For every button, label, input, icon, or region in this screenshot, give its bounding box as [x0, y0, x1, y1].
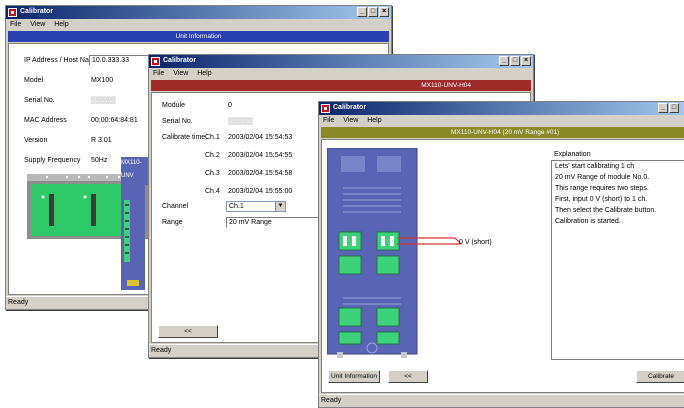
explanation-line: Calibration is started.	[555, 218, 621, 225]
menu-bar: File View Help	[6, 19, 391, 30]
version-value: R 3.01	[91, 137, 112, 144]
calib-ch4-time: 2003/02/04 15:55:00	[228, 188, 293, 195]
serial-label: Serial No.	[24, 97, 55, 104]
menu-file[interactable]: File	[153, 68, 164, 79]
minimize-icon[interactable]: _	[357, 7, 367, 17]
mx100-unit-image	[27, 174, 151, 290]
module-terminal-image	[327, 148, 462, 358]
menu-bar: File View Help	[319, 115, 684, 126]
range-label: Range	[162, 219, 183, 226]
explanation-line: Lets' start calibrating 1 ch	[555, 163, 635, 170]
chevron-down-icon[interactable]: ▼	[275, 202, 285, 211]
menu-view[interactable]: View	[343, 115, 358, 126]
calib-ch3-label: Ch.3	[205, 170, 220, 177]
menu-help[interactable]: Help	[197, 68, 211, 79]
calib-ch2-label: Ch.2	[205, 152, 220, 159]
calib-ch3-time: 2003/02/04 15:54:58	[228, 170, 293, 177]
mac-address-value: 00:00:64:84:81	[91, 117, 138, 124]
menu-help[interactable]: Help	[367, 115, 381, 126]
menu-file[interactable]: File	[323, 115, 334, 126]
explanation-line: Then select the Calibrate button.	[555, 207, 657, 214]
maximize-icon[interactable]: □	[510, 56, 520, 66]
explanation-line: This range requires two steps.	[555, 185, 649, 192]
calib-ch1-label: Ch.1	[205, 134, 220, 141]
model-label: Model	[24, 77, 44, 84]
calibrate-button[interactable]: Calibrate	[636, 370, 684, 383]
title-bar[interactable]: Calibrator _ □ ×	[6, 6, 391, 19]
menu-view[interactable]: View	[173, 68, 188, 79]
version-label: Version	[24, 137, 48, 144]
supply-frequency-value: 50Hz	[91, 157, 108, 164]
calibrator-app-icon	[321, 104, 330, 113]
maximize-icon[interactable]: □	[669, 103, 679, 113]
calibrate-time-label: Calibrate time	[162, 134, 206, 141]
calibration-panel: 0 V (short) Explanation Lets' start cali…	[321, 139, 684, 393]
menu-view[interactable]: View	[30, 19, 45, 30]
calib-ch2-time: 2003/02/04 15:54:55	[228, 152, 293, 159]
module-label: Module	[162, 102, 185, 109]
menu-bar: File View Help	[149, 68, 533, 79]
module-value: 0	[228, 102, 232, 109]
title-bar[interactable]: Calibrator _ □ ×	[149, 55, 533, 68]
minimize-icon[interactable]: _	[658, 103, 668, 113]
model-value: MX100	[91, 77, 114, 84]
section-header: Unit Information	[8, 31, 389, 42]
maximize-icon[interactable]: □	[368, 7, 378, 17]
channel-label: Channel	[162, 203, 189, 210]
channel-select[interactable]: Ch.1 ▼	[226, 201, 286, 212]
unit-information-button[interactable]: Unit Information	[328, 370, 380, 383]
ip-address-label: IP Address / Host Name	[24, 57, 99, 64]
serial-value: ▒▒▒▒▒	[91, 97, 116, 104]
explanation-line: First, input 0 V (short) to 1 ch.	[555, 196, 648, 203]
close-icon[interactable]: ×	[521, 56, 531, 66]
module-digits-text: 00000000	[121, 183, 151, 185]
calibrator-app-icon	[8, 8, 17, 17]
mac-address-label: MAC Address	[24, 117, 67, 124]
close-icon[interactable]: ×	[379, 7, 389, 17]
menu-help[interactable]: Help	[54, 19, 68, 30]
supply-frequency-label: Supply Frequency	[24, 157, 81, 164]
calib-ch1-time: 2003/02/04 15:54:53	[228, 134, 293, 141]
back-button[interactable]: <<	[388, 370, 428, 383]
section-header: MX110-UNV-H04	[151, 80, 531, 91]
window-title: Calibrator	[163, 57, 197, 64]
calib-ch4-label: Ch.4	[205, 188, 220, 195]
explanation-box: Lets' start calibrating 1 ch 20 mV Range…	[551, 160, 684, 360]
calibration-window: Calibrator _ □ File View Help MX110-UNV-…	[318, 101, 684, 408]
module-label-strip: MX110-UNV 00000000	[121, 157, 151, 185]
back-button[interactable]: <<	[158, 325, 218, 338]
channel-select-value: Ch.1	[229, 203, 244, 210]
module-name-text: MX110-UNV	[121, 160, 142, 179]
calibrator-app-icon	[151, 57, 160, 66]
explanation-title: Explanation	[554, 151, 591, 158]
minimize-icon[interactable]: _	[499, 56, 509, 66]
serial-value: ▒▒▒▒▒	[228, 118, 253, 125]
window-title: Calibrator	[20, 8, 54, 15]
window-title: Calibrator	[333, 104, 367, 111]
status-bar: Ready	[319, 394, 684, 407]
explanation-line: 20 mV Range of module No.0.	[555, 174, 650, 181]
title-bar[interactable]: Calibrator _ □	[319, 102, 684, 115]
ip-address-input[interactable]: 10.0.333.33	[89, 55, 151, 66]
menu-file[interactable]: File	[10, 19, 21, 30]
section-header: MX110-UNV-H04 (20 mV Range #01)	[321, 127, 684, 138]
range-value[interactable]: 20 mV Range	[226, 217, 320, 228]
wire-label: 0 V (short)	[459, 239, 492, 246]
serial-label: Serial No.	[162, 118, 193, 125]
